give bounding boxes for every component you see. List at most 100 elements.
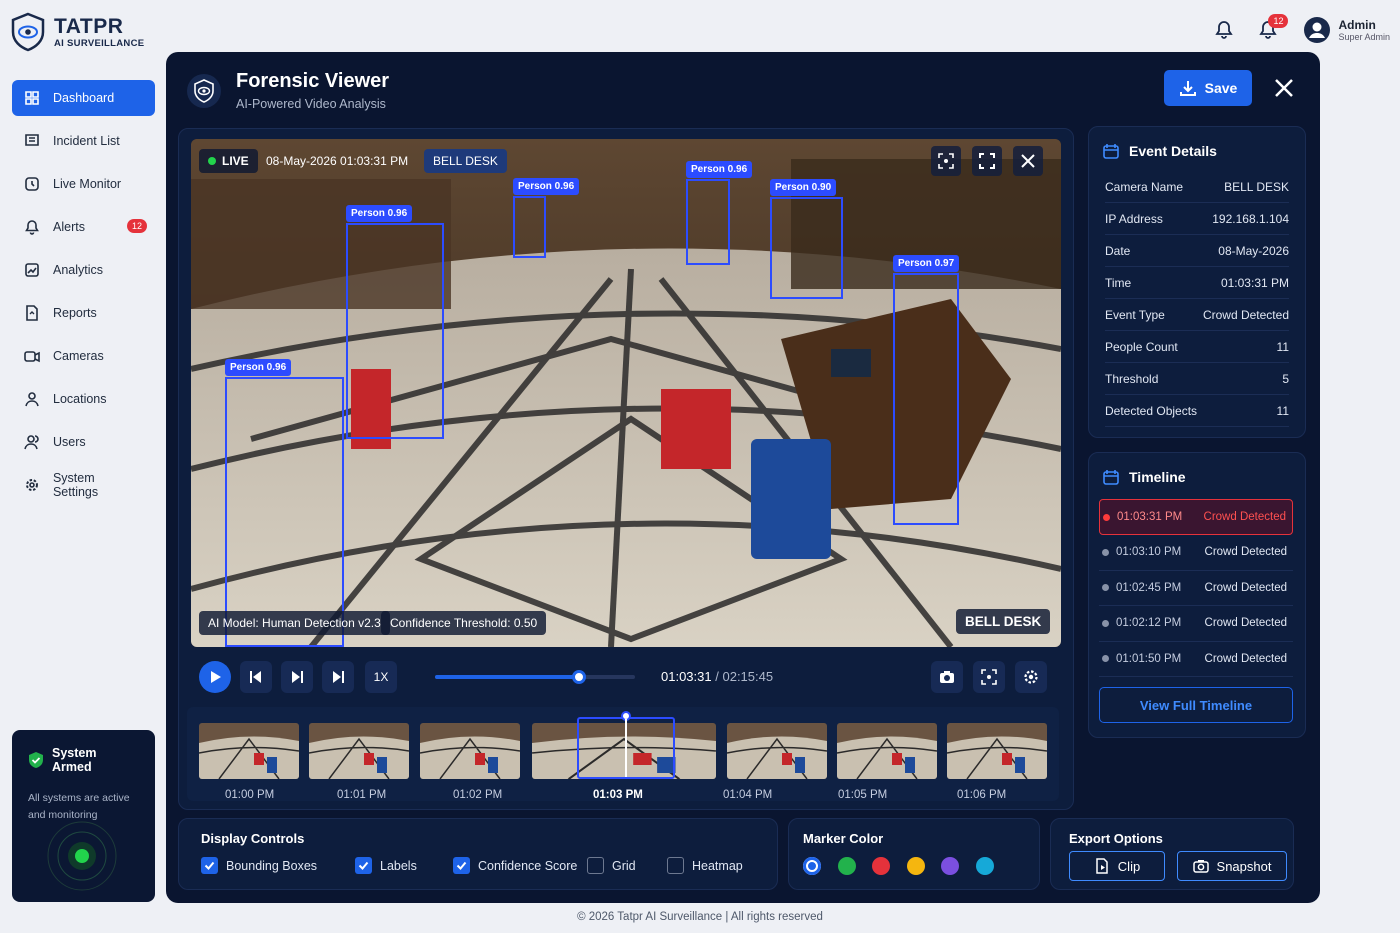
- sidebar-item-locations[interactable]: Locations: [12, 381, 155, 417]
- play-button[interactable]: [199, 661, 231, 693]
- timeline-thumbnail[interactable]: [420, 723, 520, 779]
- display-controls-title: Display Controls: [201, 831, 305, 846]
- expand-button[interactable]: [972, 146, 1002, 176]
- event-detail-row: Date 08-May-2026: [1105, 235, 1289, 267]
- detection-box[interactable]: Person 0.96: [686, 161, 753, 265]
- detection-box[interactable]: Person 0.97: [893, 255, 960, 525]
- snapshot-button[interactable]: [931, 661, 963, 693]
- step-forward-button[interactable]: [281, 661, 313, 693]
- user-menu[interactable]: Admin Super Admin: [1304, 17, 1390, 43]
- clip-button[interactable]: Clip: [1069, 851, 1165, 881]
- brand-logo[interactable]: TATPR AI SURVEILLANCE: [10, 10, 144, 54]
- checkbox-checked-icon[interactable]: [201, 857, 218, 874]
- event-detail-key: Time: [1105, 275, 1132, 290]
- marker-color-swatch[interactable]: [872, 857, 890, 875]
- timeline-entry-event: Crowd Detected: [1203, 511, 1286, 523]
- close-button[interactable]: [1272, 76, 1296, 100]
- marker-color-swatch[interactable]: [941, 857, 959, 875]
- marker-color-swatch[interactable]: [906, 857, 925, 875]
- focus-button[interactable]: [931, 146, 961, 176]
- event-detail-key: Date: [1105, 243, 1131, 258]
- timeline-entry[interactable]: 01:02:12 PM Crowd Detected: [1099, 606, 1293, 642]
- brand-subtitle: AI SURVEILLANCE: [54, 37, 145, 49]
- export-snapshot-button[interactable]: Snapshot: [1177, 851, 1287, 881]
- event-detail-value: Crowd Detected: [1202, 307, 1289, 322]
- play-icon: [211, 671, 221, 683]
- sidebar-item-label: Incident List: [53, 134, 120, 148]
- detection-box[interactable]: Person 0.96: [225, 359, 344, 647]
- save-label: Save: [1204, 80, 1238, 96]
- timeline-entry[interactable]: 01:03:10 PM Crowd Detected: [1099, 535, 1293, 571]
- timeline-entry-event: Crowd Detected: [1204, 617, 1287, 629]
- timeline-dot-icon: [1103, 513, 1110, 521]
- toggle-bounding-boxes[interactable]: Bounding Boxes: [201, 857, 317, 874]
- event-detail-value: 5: [1282, 371, 1289, 386]
- sidebar-item-live-monitor[interactable]: Live Monitor: [12, 166, 155, 202]
- view-full-timeline-button[interactable]: View Full Timeline: [1099, 687, 1293, 723]
- next-button[interactable]: [322, 661, 354, 693]
- sidebar-item-label: System Settings: [52, 471, 99, 499]
- event-detail-row: IP Address 192.168.1.104: [1105, 203, 1289, 235]
- time-display: 01:03:31 / 02:15:45: [661, 669, 773, 684]
- timeline-thumbnail[interactable]: [837, 723, 937, 779]
- sidebar-item-users[interactable]: Users: [12, 424, 155, 460]
- sidebar-item-label: Locations: [53, 392, 107, 406]
- fullscreen-button[interactable]: [973, 661, 1005, 693]
- checkbox-label: Bounding Boxes: [226, 858, 318, 873]
- marker-color-swatch[interactable]: [837, 857, 856, 875]
- timeline-entry[interactable]: 01:01:50 PM Crowd Detected: [1099, 641, 1293, 677]
- event-details-title: Event Details: [1129, 143, 1217, 159]
- checkbox-checked-icon[interactable]: [453, 857, 470, 874]
- progress-handle[interactable]: [572, 670, 586, 684]
- detection-box[interactable]: Person 0.90: [770, 179, 843, 299]
- checkbox-empty-icon[interactable]: [587, 857, 604, 874]
- timeline-thumbnail[interactable]: [727, 723, 827, 779]
- expand-icon: [979, 153, 995, 169]
- camera-chip: BELL DESK: [424, 149, 507, 173]
- progress-track[interactable]: [435, 670, 635, 684]
- live-indicator: LIVE: [199, 149, 258, 173]
- event-detail-key: People Count: [1105, 339, 1178, 354]
- armed-title: System Armed: [51, 746, 97, 774]
- toggle-grid[interactable]: Grid: [587, 857, 636, 874]
- camera-corner-label: BELL DESK: [956, 609, 1051, 634]
- marker-color-swatch[interactable]: [803, 857, 821, 875]
- timeline-selection-window[interactable]: [577, 711, 675, 779]
- marker-color-swatch[interactable]: [975, 857, 994, 875]
- bell-button[interactable]: [1214, 20, 1244, 40]
- toggle-confidence-score[interactable]: Confidence Score: [453, 857, 577, 874]
- timeline-panel: Timeline View Full Timeline 01:03:31 PM C…: [1088, 452, 1306, 738]
- sidebar-item-analytics[interactable]: Analytics: [12, 252, 155, 288]
- checkbox-empty-icon[interactable]: [667, 857, 684, 874]
- toggle-heatmap[interactable]: Heatmap: [667, 857, 743, 874]
- thumbnail-image: [199, 723, 299, 779]
- settings-button[interactable]: [1015, 661, 1047, 693]
- timeline-thumbnail[interactable]: [199, 723, 299, 779]
- sidebar-item-reports[interactable]: Reports: [12, 295, 155, 331]
- speed-button[interactable]: 1X: [365, 661, 397, 693]
- timeline-dot-icon: [1102, 548, 1109, 556]
- detection-box[interactable]: Person 0.96: [513, 178, 580, 258]
- timeline-thumbnail[interactable]: [309, 723, 409, 779]
- timeline-entry[interactable]: 01:03:31 PM Crowd Detected: [1099, 499, 1293, 535]
- total-time: 02:15:45: [722, 669, 774, 684]
- timeline-entry[interactable]: 01:02:45 PM Crowd Detected: [1099, 570, 1293, 606]
- event-detail-row: Time 01:03:31 PM: [1105, 267, 1289, 299]
- thumbnail-time-label: 01:04 PM: [723, 789, 773, 801]
- notifications-button[interactable]: 12: [1258, 14, 1289, 40]
- sidebar-item-alerts[interactable]: Alerts 12: [12, 209, 155, 245]
- skip-back-icon: [250, 671, 261, 683]
- collapse-button[interactable]: [1013, 146, 1043, 176]
- toggle-labels[interactable]: Labels: [355, 857, 417, 874]
- save-button[interactable]: Save: [1164, 70, 1252, 106]
- sidebar-item-incident-list[interactable]: Incident List: [12, 123, 155, 159]
- sidebar-item-label: Cameras: [53, 349, 104, 363]
- checkbox-checked-icon[interactable]: [355, 857, 372, 874]
- previous-button[interactable]: [240, 661, 272, 693]
- timeline-thumbnail[interactable]: [947, 723, 1047, 779]
- detection-box[interactable]: Person 0.96: [346, 205, 444, 439]
- sidebar-item-cameras[interactable]: Cameras: [12, 338, 155, 374]
- sidebar-item-dashboard[interactable]: Dashboard: [12, 80, 155, 116]
- video-frame[interactable]: Person 0.96 Person 0.96 Person 0.96 Pers…: [191, 139, 1061, 647]
- sidebar-item-system-settings[interactable]: System Settings: [12, 467, 155, 503]
